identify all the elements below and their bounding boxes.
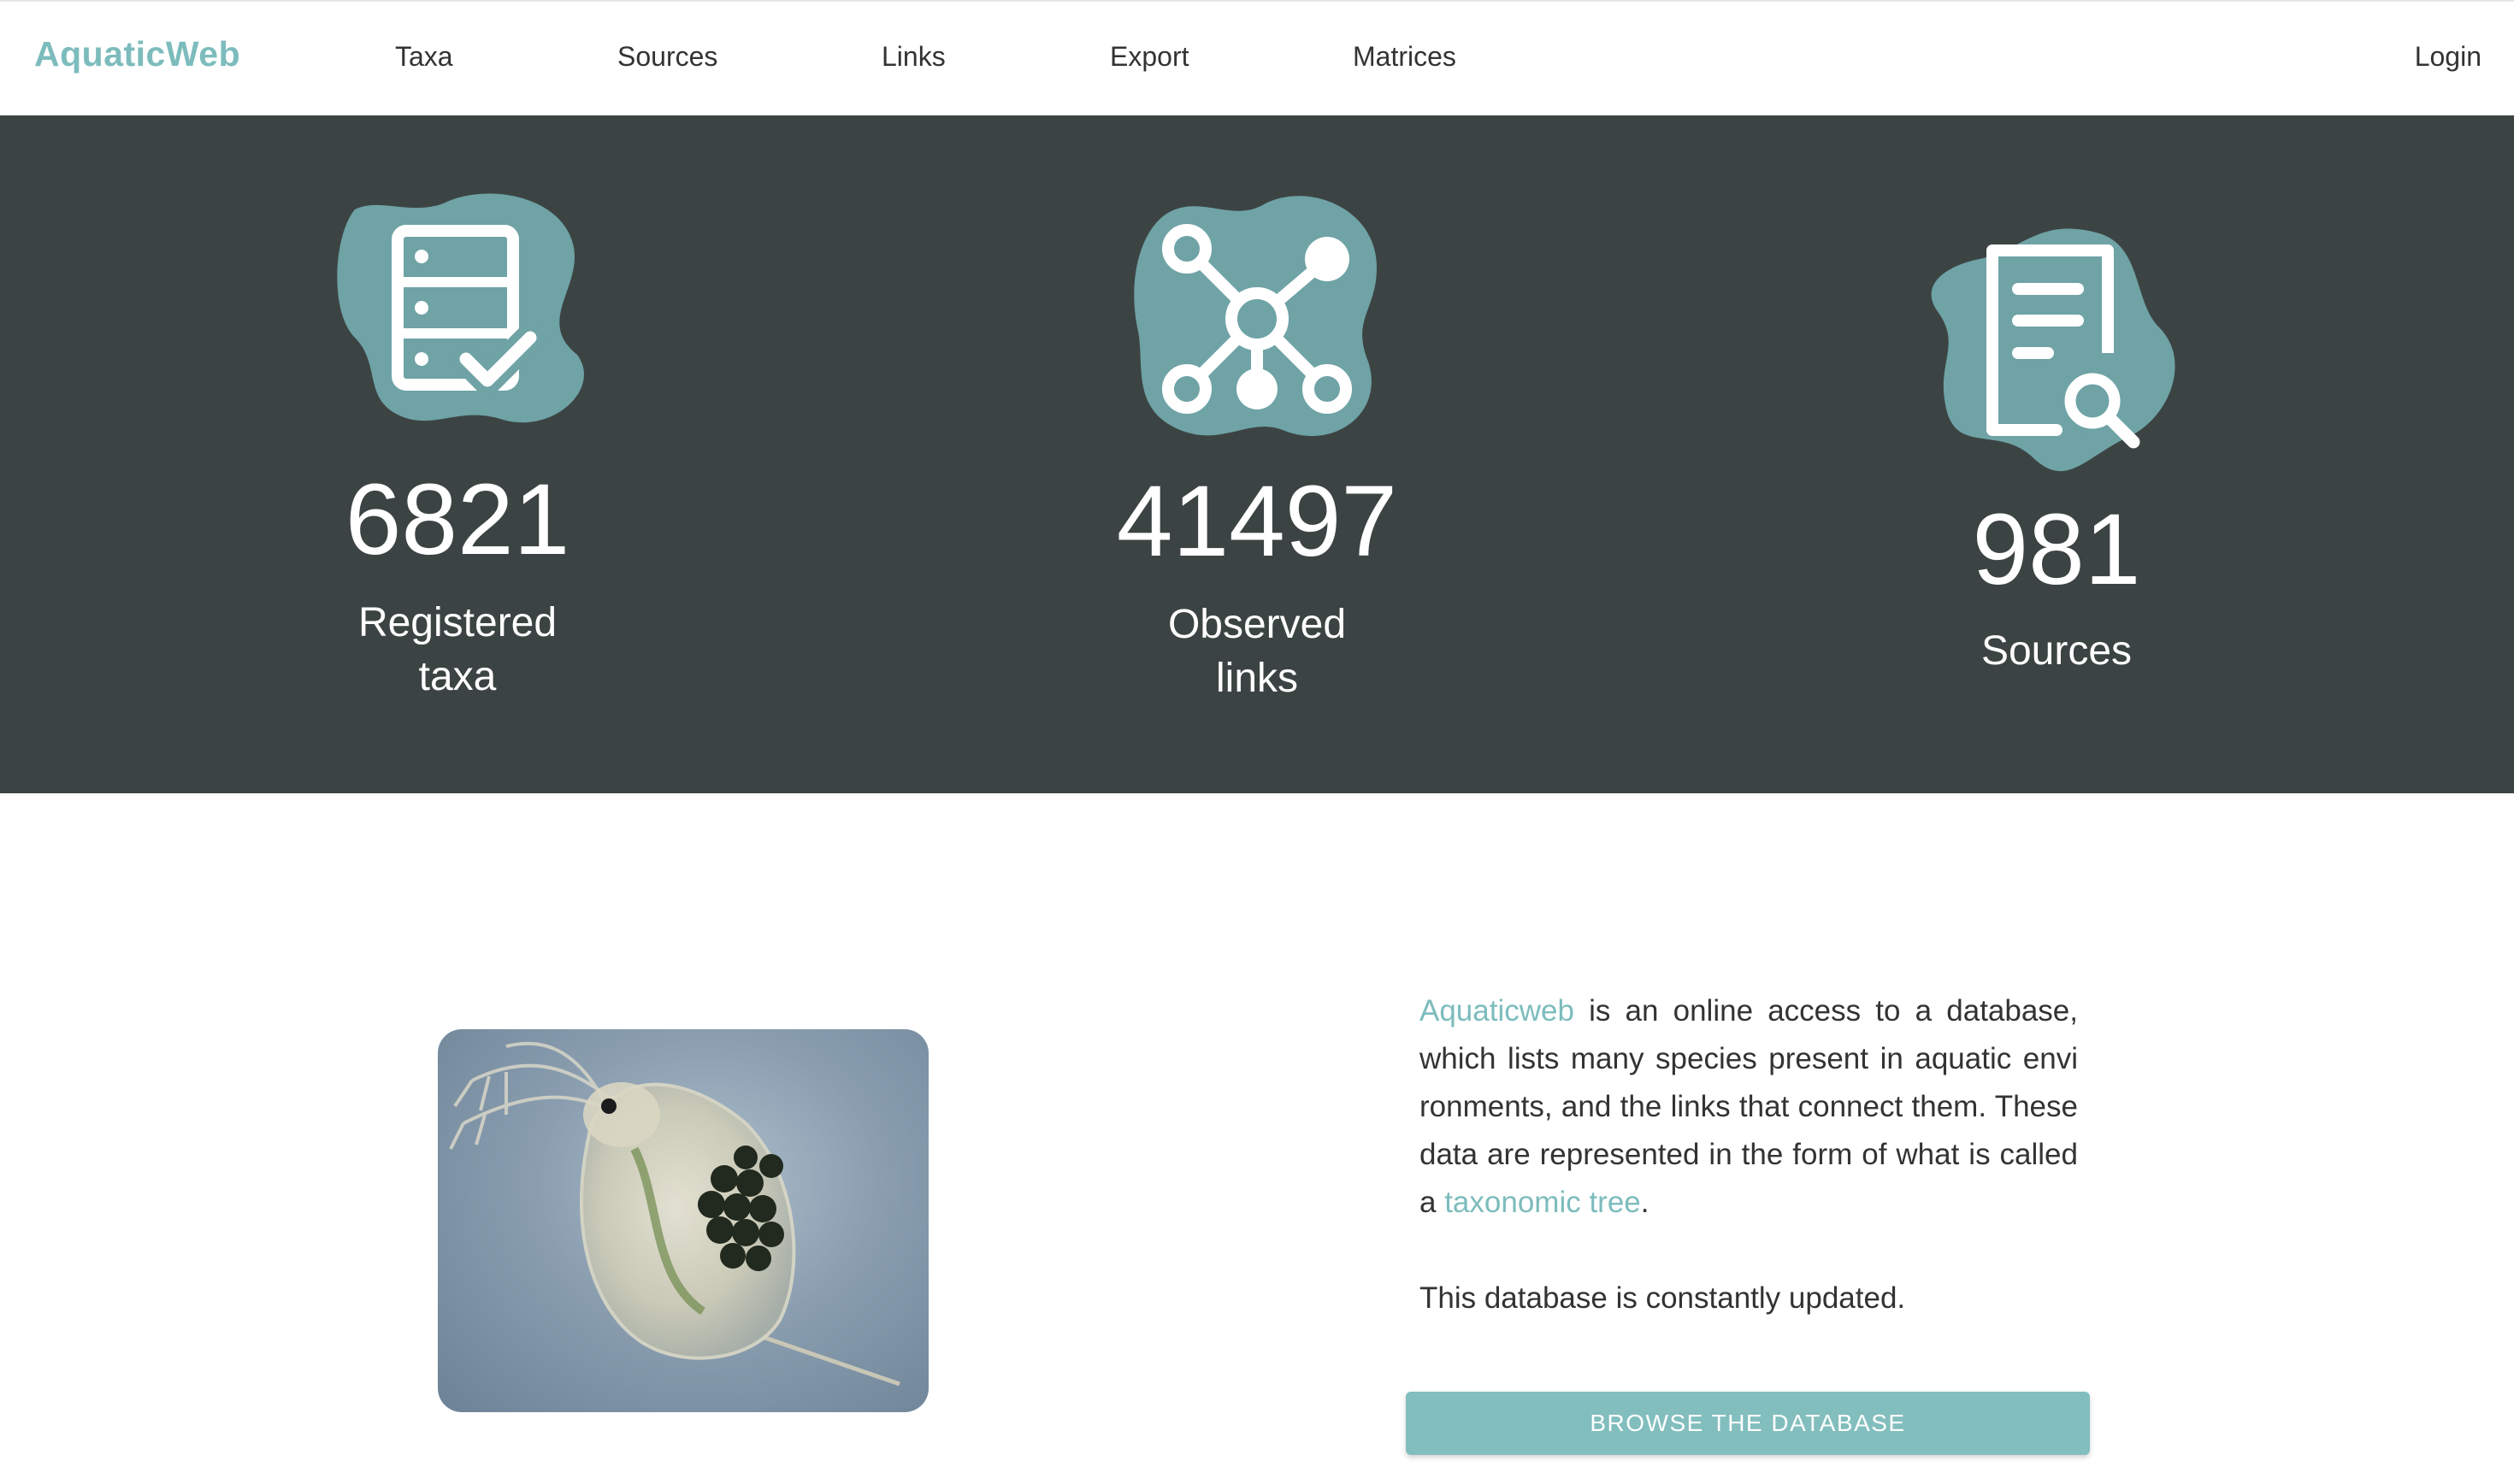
links-count: 41497	[1116, 465, 1398, 578]
stat-sources: 981 Sources	[1800, 115, 2313, 793]
links-label-line2: links	[1215, 656, 1299, 701]
nav-item-links[interactable]: Links	[882, 41, 946, 73]
nav-item-taxa[interactable]: Taxa	[395, 41, 453, 73]
daphnia-photo	[438, 1029, 929, 1412]
taxa-label-line2: taxa	[418, 654, 497, 699]
top-navbar: AquaticWeb Taxa Sources Links Export Mat…	[0, 0, 2514, 115]
network-graph-icon	[1134, 196, 1377, 437]
sources-count: 981	[1972, 493, 2141, 606]
nav-item-matrices[interactable]: Matrices	[1353, 41, 1456, 73]
intro-paragraph: Aquaticweb is an online access to a data…	[1419, 987, 2078, 1227]
intro-text-part2: .	[1640, 1186, 1649, 1219]
database-check-icon	[337, 193, 584, 423]
stat-taxa: 6821 Registered taxa	[201, 115, 714, 793]
aquaticweb-link[interactable]: Aquaticweb	[1419, 994, 1574, 1028]
taxonomic-tree-link[interactable]: taxonomic tree	[1444, 1186, 1641, 1219]
browse-database-button[interactable]: BROWSE THE DATABASE	[1406, 1392, 2090, 1455]
nav-item-export[interactable]: Export	[1110, 41, 1189, 73]
sources-label-line1: Sources	[1980, 628, 2133, 674]
links-label-line1: Observed	[1167, 602, 1347, 647]
stat-links: 41497 Observed links	[1000, 115, 1514, 793]
taxa-label-line1: Registered	[357, 600, 558, 645]
taxa-count: 6821	[345, 463, 570, 576]
update-note: This database is constantly updated.	[1419, 1281, 1906, 1315]
stats-band: 6821 Registered taxa 41497 Observed link…	[0, 115, 2514, 793]
brand-logo[interactable]: AquaticWeb	[34, 34, 240, 74]
document-search-icon	[1931, 228, 2175, 472]
daphnia-illustration	[449, 1041, 900, 1387]
nav-item-sources[interactable]: Sources	[617, 41, 717, 73]
intro-description: Aquaticweb is an online access to a data…	[1419, 987, 2078, 1322]
login-link[interactable]: Login	[2415, 41, 2482, 73]
